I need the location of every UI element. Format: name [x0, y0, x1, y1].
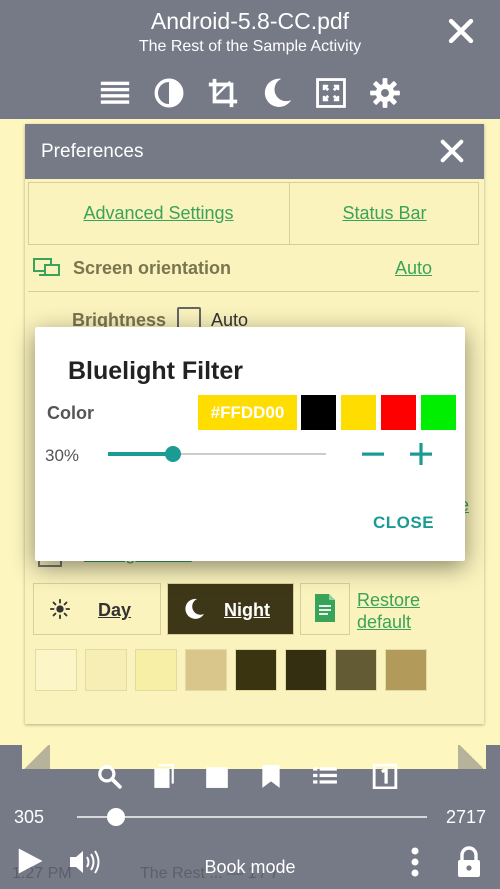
theme-swatch[interactable] — [235, 649, 277, 691]
night-mode-label: Night — [224, 600, 270, 620]
go-to-page-icon[interactable] — [372, 763, 398, 790]
filter-percent: 30% — [45, 446, 80, 465]
lock-icon[interactable] — [455, 846, 483, 878]
copy-icon[interactable] — [150, 763, 176, 789]
color-swatch[interactable] — [421, 395, 456, 430]
color-swatch[interactable] — [341, 395, 376, 430]
contents-icon[interactable] — [312, 763, 338, 789]
theme-swatch[interactable] — [135, 649, 177, 691]
moon-icon[interactable] — [260, 76, 294, 110]
search-icon[interactable] — [96, 763, 122, 789]
more-options-icon[interactable] — [404, 845, 426, 879]
current-page-number: 305 — [14, 807, 45, 827]
screen-orientation-label: Screen orientation — [73, 258, 232, 278]
close-preferences-icon[interactable] — [438, 137, 466, 165]
day-mode-label: Day — [98, 600, 132, 620]
selected-color-hex[interactable]: #FFDD00 — [198, 395, 297, 430]
screen-orientation-value[interactable]: Auto — [395, 258, 432, 279]
restore-label-line2: default — [357, 612, 412, 632]
fit-screen-icon[interactable] — [314, 76, 348, 110]
total-pages-number: 2717 — [446, 807, 487, 827]
theme-swatch[interactable] — [35, 649, 77, 691]
play-icon[interactable] — [15, 846, 45, 876]
contrast-icon[interactable] — [152, 76, 186, 110]
restore-label-line1: Restore — [357, 590, 421, 610]
color-swatch[interactable] — [381, 395, 416, 430]
increase-button[interactable] — [407, 440, 435, 468]
theme-swatch[interactable] — [335, 649, 377, 691]
page-fold-corner-left — [22, 745, 50, 769]
color-swatch[interactable] — [301, 395, 336, 430]
document-subtitle: The Rest of the Sample Activity — [138, 38, 362, 55]
theme-swatch[interactable] — [285, 649, 327, 691]
document-icon — [313, 593, 337, 623]
preferences-title: Preferences — [41, 141, 144, 162]
crop-icon[interactable] — [206, 76, 240, 110]
tab-advanced-settings[interactable]: Advanced Settings — [28, 203, 289, 224]
dialog-title: Bluelight Filter — [68, 357, 243, 385]
close-document-icon[interactable] — [444, 14, 478, 48]
theme-swatch[interactable] — [185, 649, 227, 691]
page-icon[interactable] — [204, 763, 230, 789]
color-label: Color — [47, 403, 94, 423]
page-fold-corner-right — [458, 745, 486, 769]
tab-status-bar[interactable]: Status Bar — [290, 203, 479, 224]
list-icon[interactable] — [98, 76, 132, 110]
filter-slider-fill — [108, 452, 174, 456]
theme-swatch[interactable] — [85, 649, 127, 691]
restore-default-link[interactable]: Restore default — [357, 589, 420, 633]
sun-icon — [49, 598, 71, 620]
close-button[interactable]: CLOSE — [373, 513, 434, 533]
moon-icon — [182, 597, 206, 621]
gear-icon[interactable] — [368, 76, 402, 110]
divider — [28, 291, 479, 292]
bookmark-icon[interactable] — [258, 763, 284, 789]
screen-orientation-icon — [33, 256, 61, 280]
document-title: Android-5.8-CC.pdf — [150, 8, 350, 34]
decrease-button[interactable] — [359, 440, 387, 468]
page-seek-track[interactable] — [77, 816, 427, 818]
theme-swatch[interactable] — [385, 649, 427, 691]
page-margin-right — [486, 119, 500, 725]
book-mode-label[interactable]: Book mode — [170, 857, 330, 878]
page-margin-left — [0, 119, 22, 725]
volume-icon[interactable] — [68, 847, 100, 877]
